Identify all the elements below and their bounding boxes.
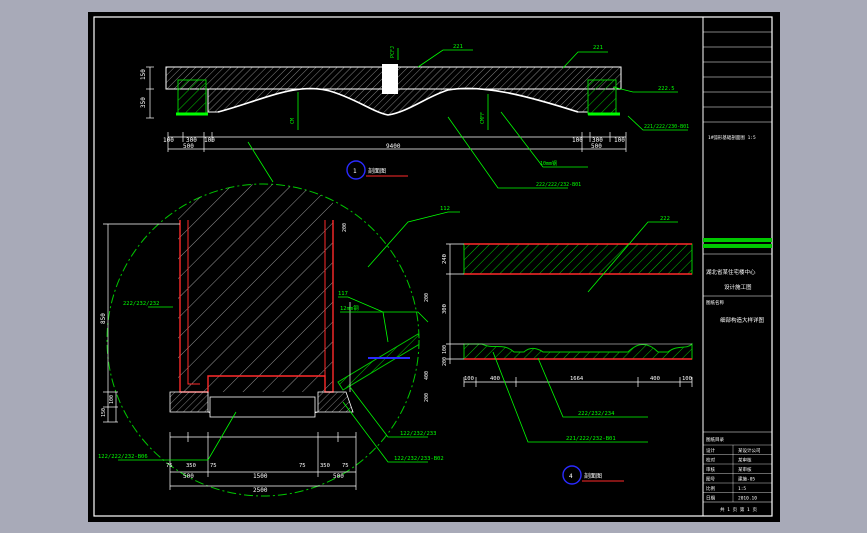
section-view: 240 300 100 200 100 400 1664 400 100 222… [442,216,693,485]
sec-dim-left-3: 100 [442,345,448,354]
sec-title-text: 剖面图 [584,472,602,480]
elev-dim-b-6: 100 [614,137,625,144]
elev-leader-9: 222/222/232-B01 [536,182,581,188]
elev-dim-left-1: 150 [140,69,147,80]
elev-dim-b-1: 100 [163,137,174,144]
tb-project-name: 湖北省某住宅楼中心 [706,268,756,276]
sec-leader-3: 221/222/232-B01 [566,436,616,442]
tb-row-label: 设计 [706,447,715,454]
tb-row-label: 校对 [706,457,715,464]
tb-row-value: 建施-05 [738,476,755,483]
elev-leader-4: PCFJ [390,46,396,58]
tb-row-value: 某审核 [738,466,752,473]
detail-leader-3: 12mm钢 [340,304,359,312]
detail-dim-right-4: 200 [424,393,430,402]
elev-dim-b2-1: 500 [183,143,194,150]
detail-dim-left-2: 100 [109,395,115,404]
tb-row-value: 1:5 [738,486,746,492]
elev-title-text: 剖面图 [368,167,386,175]
detail-dim-right-2: 200 [424,293,430,302]
sec-leader-1: 222 [660,216,670,222]
detail-dim-b3-1: 2500 [253,487,268,494]
elevation-view: 150 350 100 300 100 100 300 100 500 9400… [140,44,689,189]
tb-row-value: 2010.10 [738,496,757,502]
tb-rows: 设计 某设计公司校对 某审核审核 某审核图号 建施-05比例 1:5日期 2010.10 [703,444,772,502]
sec-dim-b-2: 400 [490,376,500,382]
diagonal-strip [337,333,419,391]
elev-leader-6: CM [290,118,296,124]
detail-dim-b-1: 75 [166,463,173,469]
detail-leader-1: 112 [440,206,450,212]
elev-dim-b2-2: 9400 [386,143,401,150]
detail-leader-4: 122/232/233 [400,431,436,437]
detail-left-label: 222/232/232 [123,301,159,307]
left-support [177,79,207,115]
elev-leader-3: 222.5 [658,86,675,92]
elev-leader-8: CMFF [480,112,486,124]
section-slab [463,243,693,275]
tb-row-label: 图号 [706,477,715,483]
detail-leader-2: 117 [338,291,348,297]
tb-row-label: 日期 [706,496,715,502]
detail-dim-b2-2: 1500 [253,473,268,480]
right-support [587,79,617,115]
elev-dim-b-3: 100 [204,137,215,144]
detail-dim-b2-1: 500 [183,473,194,480]
cad-drawing-sheet: 150 350 100 300 100 100 300 100 500 9400… [88,12,780,522]
detail-dim-right-3: 400 [424,371,430,380]
detail-hatch [178,184,333,392]
detail-dim-b-5: 350 [320,463,330,469]
detail-dim-b2-3: 500 [333,473,344,480]
detail-leader-6: 122/222/232-B06 [98,454,148,460]
tb-row-value: 某审核 [738,457,752,464]
sec-dim-b-4: 400 [650,376,660,382]
detail-view: 850 100 150 200 200 400 200 75 350 75 75… [98,183,460,497]
sec-title-number: 4 [569,473,573,480]
keystone-block [382,64,398,94]
tb-row-label: 比例 [706,485,715,492]
detail-dim-left-1: 850 [100,313,107,324]
title-block: 1#弧形基础剖面图 1:5 湖北省某住宅楼中心 设计施工图 图纸名称 细部构造大… [702,17,772,516]
detail-leader-5: 122/232/233-B02 [394,456,444,462]
elev-title-number: 1 [353,168,357,175]
elev-leader-7: 10mm钢 [540,160,557,167]
detail-dim-b-2: 350 [186,463,196,469]
sec-leader-2: 222/232/234 [578,411,615,417]
detail-dim-b-4: 75 [299,463,306,469]
tb-footer: 共 1 页 第 1 页 [720,506,757,513]
sec-dim-left-4: 200 [442,357,448,366]
elev-leader-2: 221 [593,45,603,51]
sec-dim-left-2: 300 [442,304,448,314]
sec-dim-left-1: 240 [442,254,448,264]
tb-note-small: 1#弧形基础剖面图 1:5 [708,134,756,141]
sec-dim-b-5: 100 [682,376,692,382]
sec-dim-b-3: 1664 [570,376,584,382]
elev-dim-left-2: 350 [140,97,147,108]
tb-sheet-label: 图纸目录 [706,436,724,443]
detail-dim-left-3: 150 [101,408,107,417]
elev-leader-5: 221/222/230-B01 [644,124,689,130]
sec-dim-b-1: 100 [464,376,474,382]
elev-leader-1: 221 [453,44,463,50]
tb-drawing-no-label: 图纸名称 [706,299,724,306]
elev-dim-b2-3: 500 [591,143,602,150]
detail-dim-b-6: 75 [342,463,349,469]
detail-dim-right-1: 200 [342,223,348,232]
detail-dim-b-3: 75 [210,463,217,469]
tb-drawing-name: 细部构造大样详图 [720,316,765,324]
tb-project-sub: 设计施工图 [724,283,752,291]
elev-dim-b-4: 100 [572,137,583,144]
section-base [463,342,693,360]
cad-canvas: 150 350 100 300 100 100 300 100 500 9400… [93,16,773,517]
tb-row-label: 审核 [706,466,715,473]
tb-row-value: 某设计公司 [738,447,761,454]
